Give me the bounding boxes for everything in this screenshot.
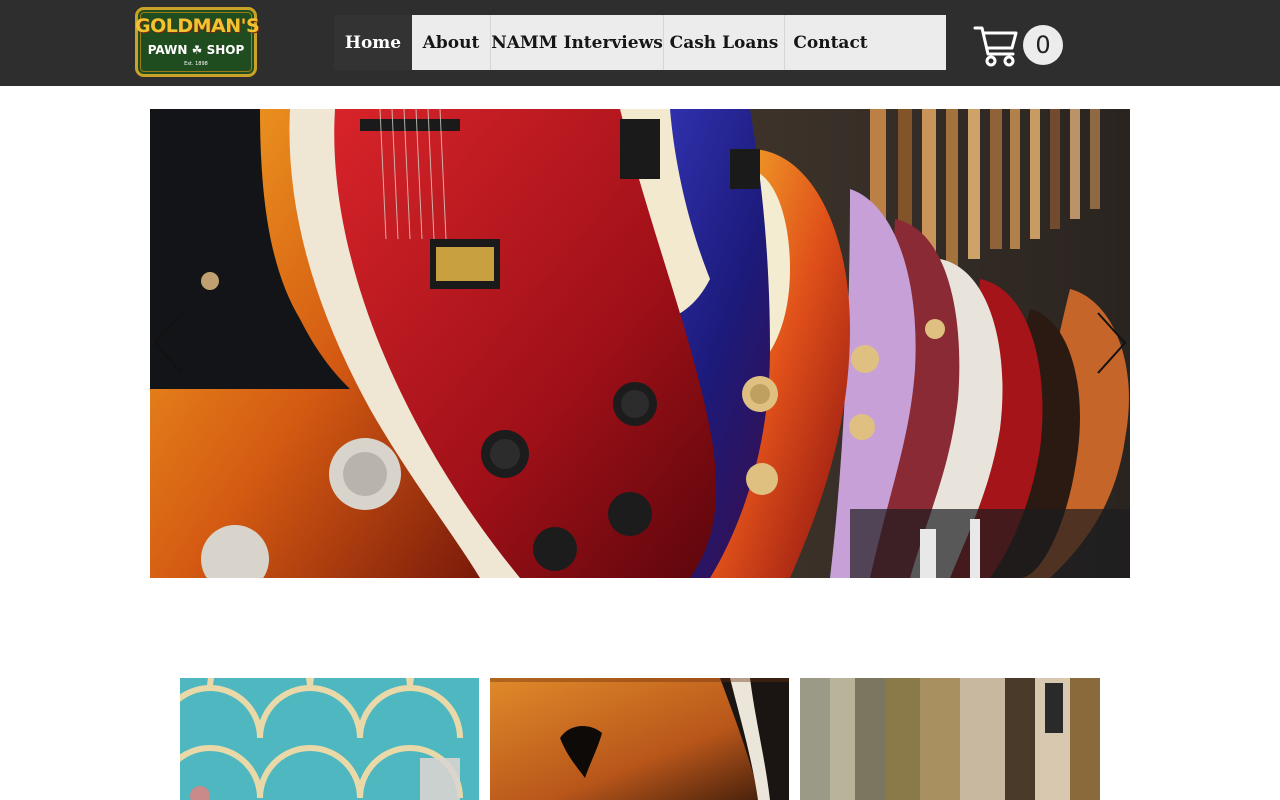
nav-item-cash-loans[interactable]: Cash Loans [664,15,785,70]
hero-slideshow[interactable] [150,109,1130,578]
tile-image-straps [800,678,1100,800]
tile-image-jewelry [180,678,479,800]
nav-item-namm-interviews[interactable]: NAMM Interviews [491,15,664,70]
slideshow-prev-button[interactable] [152,311,186,375]
cart-icon[interactable] [973,22,1019,68]
logo-title: GOLDMAN'S [135,15,260,37]
cart-count-badge[interactable]: 0 [1023,25,1063,65]
logo-subtitle: PAWN ☘ SHOP [147,43,245,57]
gallery-tile-straps[interactable] [800,678,1100,800]
chevron-right-icon [1097,312,1127,374]
main-nav: Home About NAMM Interviews Cash Loans Co… [334,15,946,70]
chevron-left-icon [153,312,183,374]
gallery-tile-jewelry[interactable] [180,678,479,800]
tile-image-guitar [490,678,789,800]
site-header: GOLDMAN'S PAWN ☘ SHOP Est. 1898 Home Abo… [0,0,1280,86]
slideshow-next-button[interactable] [1094,311,1128,375]
nav-item-home[interactable]: Home [334,15,412,70]
gallery-tile-guitar[interactable] [490,678,789,800]
slide-image-guitars [150,109,1130,578]
nav-item-contact[interactable]: Contact [785,15,876,70]
logo[interactable]: GOLDMAN'S PAWN ☘ SHOP Est. 1898 [135,7,260,77]
nav-item-about[interactable]: About [412,15,491,70]
logo-est: Est. 1898 [184,61,208,67]
